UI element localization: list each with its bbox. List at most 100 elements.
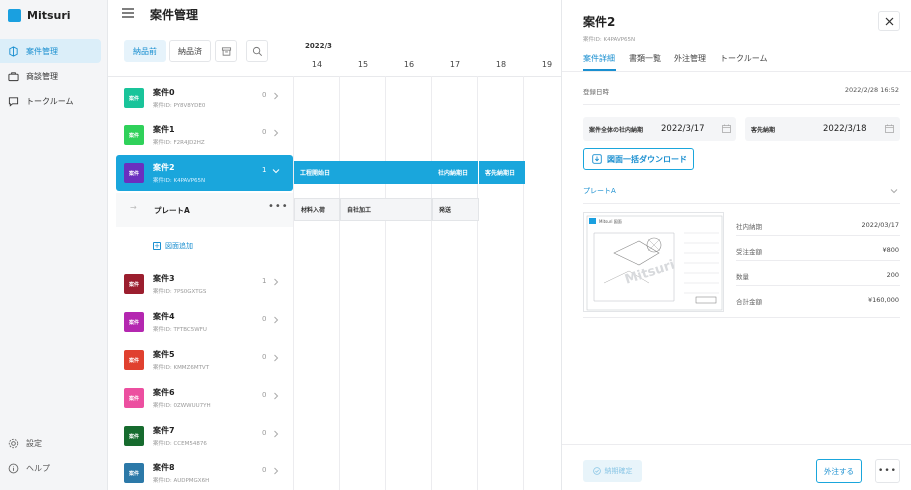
gantt-bar-process-start[interactable]: 工程開始日 <box>294 161 432 184</box>
project-row[interactable]: 案件 案件8 案件ID: AUDPMGX6H 0 <box>116 455 293 490</box>
logo-mark-icon <box>8 8 21 22</box>
sidebar-item-project-management[interactable]: 案件管理 <box>0 39 101 63</box>
chevron-right-icon[interactable] <box>272 392 280 400</box>
chevron-right-icon[interactable] <box>272 129 280 137</box>
sidebar-item-help[interactable]: ヘルプ <box>0 456 101 480</box>
logo: Mitsuri <box>8 8 71 22</box>
chevron-down-icon[interactable] <box>890 187 898 195</box>
tab-delivered[interactable]: 納品済 <box>169 40 211 62</box>
spec-label-total-amount: 合計金額 <box>736 298 762 306</box>
chevron-down-icon[interactable] <box>272 167 280 175</box>
sidebar-item-label: 案件管理 <box>26 46 58 56</box>
drawing-count: 0 <box>262 91 267 99</box>
tab-project-details[interactable]: 案件詳細 <box>583 53 615 64</box>
project-id: 案件ID: 7PS0GXTGS <box>153 289 207 295</box>
timeline-day: 16 <box>403 60 415 69</box>
add-drawing-button[interactable]: + 図面追加 <box>153 241 193 251</box>
drawing-section-title[interactable]: プレートA <box>583 186 616 196</box>
project-id: 案件ID: F2R4JD2HZ <box>153 140 205 146</box>
gantt-bar-internal-deadline[interactable]: 社内納期日 <box>432 161 478 184</box>
project-row[interactable]: 案件 案件0 案件ID: PY8V8YDE0 0 <box>116 80 293 116</box>
project-row[interactable]: 案件 案件1 案件ID: F2R4JD2HZ 0 <box>116 117 293 153</box>
client-deadline-field[interactable]: 客先納期 2022/3/18 <box>745 117 900 141</box>
project-id: 案件ID: 0ZWWUU7YH <box>153 403 211 409</box>
tab-talkroom[interactable]: トークルーム <box>720 53 768 64</box>
project-id: 案件ID: KMMZ6MTVT <box>153 365 210 371</box>
project-title: 案件8 <box>153 463 175 472</box>
close-button[interactable] <box>878 11 900 31</box>
chat-icon <box>8 96 19 107</box>
chevron-right-icon[interactable] <box>272 430 280 438</box>
grid-line <box>293 76 294 490</box>
divider <box>583 203 900 204</box>
project-row[interactable]: 案件 案件7 案件ID: CCEM54876 0 <box>116 418 293 454</box>
grid-line <box>339 76 340 490</box>
gantt-task-processing[interactable]: 自社加工 <box>340 198 432 221</box>
gantt-task-material[interactable]: 材料入荷 <box>294 198 340 221</box>
timeline-day: 18 <box>495 60 507 69</box>
sidebar-item-settings[interactable]: 設定 <box>0 431 101 455</box>
confirm-deadline-button[interactable]: 納期確定 <box>583 460 642 482</box>
project-badge: 案件 <box>124 388 144 408</box>
more-actions-button[interactable]: ••• <box>875 459 900 483</box>
more-options-icon[interactable]: ••• <box>268 201 289 212</box>
tab-before-delivery[interactable]: 納品前 <box>124 40 166 62</box>
project-title: 案件5 <box>153 350 175 359</box>
client-deadline-label: 客先納期 <box>751 127 776 134</box>
topbar: 案件管理 <box>108 0 561 28</box>
plus-box-icon: + <box>153 242 161 250</box>
registered-label: 登録日時 <box>583 88 609 96</box>
drawing-count: 0 <box>262 353 267 361</box>
drawing-row[interactable]: → プレートA ••• <box>116 193 293 227</box>
search-button[interactable] <box>246 40 268 62</box>
grid-line <box>385 76 386 490</box>
project-badge: 案件 <box>124 274 144 294</box>
footer-divider <box>562 444 911 445</box>
internal-deadline-field[interactable]: 案件全体の社内納期 2022/3/17 <box>583 117 736 141</box>
project-row-selected[interactable]: 案件 案件2 案件ID: K4PAVP65N 1 <box>116 155 293 191</box>
check-circle-icon <box>592 467 601 475</box>
project-badge: 案件 <box>124 463 144 483</box>
timeline-day: 19 <box>541 60 553 69</box>
spec-label-quantity: 数量 <box>736 273 749 281</box>
divider <box>583 317 900 318</box>
bulk-download-button[interactable]: 図面一括ダウンロード <box>583 148 694 170</box>
chevron-right-icon[interactable] <box>272 354 280 362</box>
project-row[interactable]: 案件 案件3 案件ID: 7PS0GXTGS 1 <box>116 266 293 302</box>
project-title: 案件0 <box>153 88 175 97</box>
drawing-thumbnail[interactable]: Mitsuri 図面 Mitsuri <box>583 212 724 312</box>
outsource-button[interactable]: 外注する <box>816 459 862 483</box>
menu-icon[interactable] <box>122 8 134 18</box>
search-icon <box>252 46 262 56</box>
archive-button[interactable] <box>215 40 237 62</box>
project-row[interactable]: 案件 案件4 案件ID: TFTBC5WFU 0 <box>116 304 293 340</box>
sidebar-item-negotiation[interactable]: 商談管理 <box>0 64 101 88</box>
project-id: 案件ID: AUDPMGX6H <box>153 478 210 484</box>
drawing-count: 0 <box>262 391 267 399</box>
spec-label-internal-deadline: 社内納期 <box>736 223 762 231</box>
drawing-count: 0 <box>262 466 267 474</box>
drawing-count: 0 <box>262 128 267 136</box>
tab-documents[interactable]: 書類一覧 <box>629 53 661 64</box>
tab-outsourcing[interactable]: 外注管理 <box>674 53 706 64</box>
timeline-month: 2022/3 <box>305 42 332 50</box>
chevron-right-icon[interactable] <box>272 316 280 324</box>
sidebar-item-talkroom[interactable]: トークルーム <box>0 89 101 113</box>
project-id: 案件ID: CCEM54876 <box>153 441 207 447</box>
chevron-right-icon[interactable] <box>272 92 280 100</box>
project-badge: 案件 <box>124 426 144 446</box>
project-icon <box>9 45 18 57</box>
registered-value: 2022/2/28 16:52 <box>844 86 899 94</box>
divider <box>736 260 900 261</box>
chevron-right-icon[interactable] <box>272 467 280 475</box>
timeline-day: 17 <box>449 60 461 69</box>
panel-title: 案件2 <box>583 15 616 29</box>
gantt-task-shipping[interactable]: 発送 <box>432 198 479 221</box>
chevron-right-icon[interactable] <box>272 278 280 286</box>
calendar-icon <box>722 124 731 133</box>
project-badge: 案件 <box>124 350 144 370</box>
project-row[interactable]: 案件 案件6 案件ID: 0ZWWUU7YH 0 <box>116 380 293 416</box>
timeline-header: 2022/3 14 15 16 17 18 19 <box>293 40 561 76</box>
project-row[interactable]: 案件 案件5 案件ID: KMMZ6MTVT 0 <box>116 342 293 378</box>
gantt-bar-client-deadline[interactable]: 客先納期日 <box>479 161 525 184</box>
